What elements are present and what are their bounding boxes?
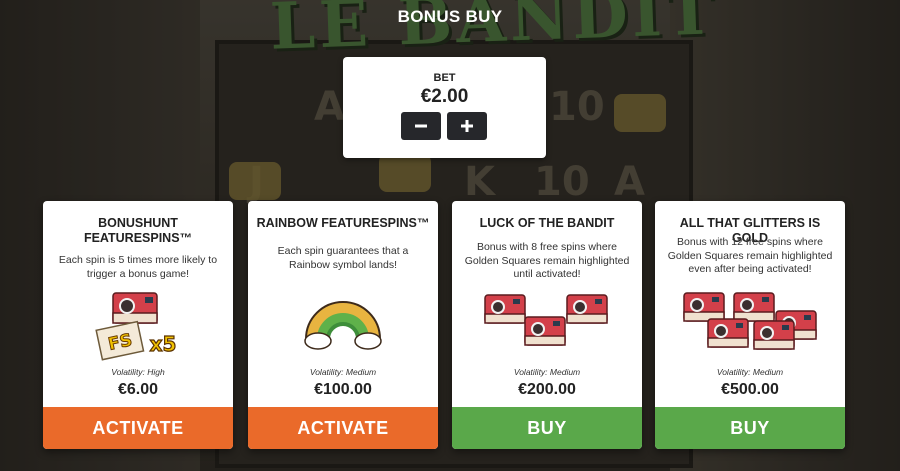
bet-controls (401, 112, 487, 140)
card-description: Each spin is 5 times more likely to trig… (58, 254, 218, 280)
card-description: Bonus with 12 free spins where Golden Sq… (667, 236, 833, 275)
minus-icon (415, 124, 427, 128)
page-title: BONUS BUY (397, 7, 503, 26)
increase-bet-button[interactable] (447, 112, 487, 140)
card-art: FS x5 (43, 291, 233, 363)
bet-value: €2.00 (420, 86, 469, 107)
bonus-card-rainbow: RAINBOW FEATURESPINS™ Each spin guarante… (248, 201, 438, 449)
volatility-label: Volatility: Medium (716, 367, 784, 377)
card-art (655, 291, 845, 363)
card-title: RAINBOW FEATURESPINS™ (256, 216, 430, 230)
four-cameras-icon (683, 292, 817, 350)
plus-icon (461, 120, 473, 132)
bet-panel: BET €2.00 (343, 57, 546, 158)
buy-button[interactable]: BUY (452, 407, 642, 449)
price-label: €6.00 (117, 381, 159, 398)
bonus-card-all-that-glitters: ALL THAT GLITTERS IS GOLD Bonus with 12 … (655, 201, 845, 449)
bonus-card-bonushunt: BONUSHUNT FEATURESPINS™ Each spin is 5 t… (43, 201, 233, 449)
rainbow-icon (304, 301, 382, 350)
buy-button[interactable]: BUY (655, 407, 845, 449)
volatility-label: Volatility: Medium (513, 367, 581, 377)
card-title: BONUSHUNT FEATURESPINS™ (83, 216, 193, 245)
card-art (452, 291, 642, 363)
activate-button[interactable]: ACTIVATE (43, 407, 233, 449)
decrease-bet-button[interactable] (401, 112, 441, 140)
volatility-label: Volatility: High (111, 367, 165, 377)
bonus-card-luck-of-the-bandit: LUCK OF THE BANDIT Bonus with 8 free spi… (452, 201, 642, 449)
card-description: Bonus with 8 free spins where Golden Squ… (464, 241, 630, 280)
card-title: LUCK OF THE BANDIT (479, 216, 615, 230)
activate-button[interactable]: ACTIVATE (248, 407, 438, 449)
bet-label: BET (433, 72, 456, 84)
price-label: €200.00 (518, 381, 576, 398)
card-art (248, 291, 438, 363)
card-description: Each spin guarantees that a Rainbow symb… (277, 245, 409, 271)
camera-fs-x5-icon: FS x5 (95, 292, 177, 361)
three-cameras-icon (484, 294, 608, 346)
price-label: €500.00 (721, 381, 779, 398)
multiplier-text: x5 (150, 332, 177, 356)
price-label: €100.00 (314, 381, 372, 398)
volatility-label: Volatility: Medium (309, 367, 377, 377)
